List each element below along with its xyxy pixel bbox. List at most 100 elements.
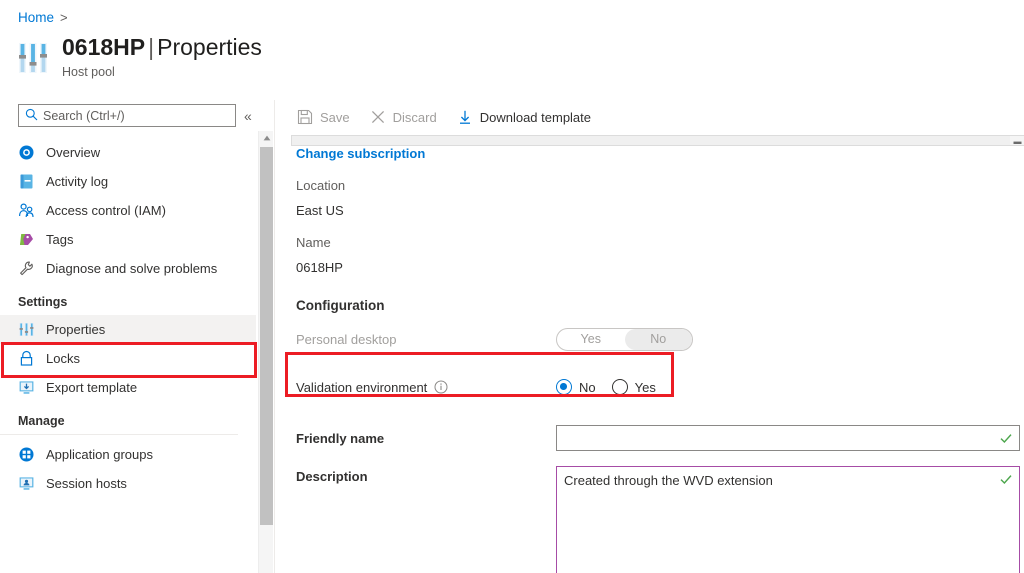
discard-label: Discard: [393, 110, 437, 125]
lock-icon: [18, 350, 35, 367]
activity-log-icon: [18, 173, 35, 190]
export-template-icon: [18, 379, 35, 396]
sidebar-item-label: Diagnose and solve problems: [46, 261, 217, 276]
search-input[interactable]: Search (Ctrl+/): [18, 104, 236, 127]
sidebar-scrollbar-thumb[interactable]: [260, 147, 273, 525]
radio-unselected-icon: [612, 379, 628, 395]
personal-desktop-option-yes: Yes: [557, 329, 625, 350]
wrench-icon: [18, 260, 35, 277]
configuration-heading: Configuration: [275, 298, 1024, 313]
search-icon: [25, 108, 38, 124]
radio-selected-icon: [556, 379, 572, 395]
validation-environment-row: Validation environment No Yes: [275, 374, 1024, 400]
sidebar-item-label: Locks: [46, 351, 80, 366]
friendly-name-label-text: Friendly name: [296, 431, 384, 446]
sidebar-search-row: Search (Ctrl+/) «: [0, 100, 256, 127]
validation-environment-radio-group: No Yes: [556, 379, 656, 395]
validation-environment-option-no[interactable]: No: [556, 379, 596, 395]
title-divider: |: [145, 34, 157, 60]
content-scrollbar-thumb[interactable]: [292, 136, 1010, 145]
name-field: Name 0618HP: [275, 235, 1024, 275]
sidebar-section-manage: Manage: [0, 414, 238, 435]
description-textarea-wrapper[interactable]: [556, 466, 1020, 573]
save-floppy-icon: [297, 109, 313, 125]
save-button[interactable]: Save: [297, 109, 350, 125]
sidebar-item-locks[interactable]: Locks: [0, 344, 256, 373]
host-pool-sliders-icon: [16, 41, 50, 75]
sidebar-item-activity-log[interactable]: Activity log: [0, 167, 256, 196]
sidebar-item-label: Tags: [46, 232, 73, 247]
change-subscription-link[interactable]: Change subscription: [275, 146, 425, 161]
check-icon: [999, 431, 1013, 445]
friendly-name-label: Friendly name: [296, 431, 556, 446]
sidebar-item-access-control[interactable]: Access control (IAM): [0, 196, 256, 225]
collapse-sidebar-button[interactable]: «: [242, 108, 254, 124]
sidebar: Search (Ctrl+/) « Overview: [0, 100, 256, 573]
resource-name: 0618HP: [62, 34, 145, 60]
sidebar-section-settings: Settings: [0, 295, 256, 309]
friendly-name-input[interactable]: [563, 431, 1013, 446]
personal-desktop-row: Personal desktop Yes No: [275, 326, 1024, 352]
scrollbar-right-cap-icon[interactable]: ▬: [1012, 137, 1023, 145]
access-control-icon: [18, 202, 35, 219]
description-textarea[interactable]: [564, 472, 998, 570]
breadcrumb: Home >: [18, 10, 68, 25]
location-label: Location: [296, 178, 1024, 193]
name-label: Name: [296, 235, 1024, 250]
application-groups-icon: [18, 446, 35, 463]
page-name: Properties: [157, 34, 262, 60]
content-pane: Save Discard Download template: [274, 100, 1024, 573]
sidebar-item-label: Properties: [46, 322, 105, 337]
sidebar-item-diagnose[interactable]: Diagnose and solve problems: [0, 254, 256, 283]
content-horizontal-scrollbar[interactable]: ▬: [291, 135, 1024, 146]
sidebar-item-label: Overview: [46, 145, 100, 160]
location-value: East US: [296, 203, 1024, 218]
description-label-text: Description: [296, 469, 368, 484]
sidebar-nav-list: Overview Activity log Acc: [0, 138, 256, 498]
breadcrumb-separator-icon: >: [60, 10, 68, 25]
sidebar-item-session-hosts[interactable]: Session hosts: [0, 469, 256, 498]
download-arrow-icon: [457, 109, 473, 125]
sidebar-item-properties[interactable]: Properties: [0, 315, 256, 344]
location-field: Location East US: [275, 178, 1024, 218]
sidebar-item-label: Session hosts: [46, 476, 127, 491]
tags-icon: [18, 231, 35, 248]
page-header: 0618HP|Properties Host pool: [16, 36, 262, 79]
description-label: Description: [296, 466, 556, 484]
radio-label: Yes: [635, 380, 656, 395]
search-placeholder: Search (Ctrl+/): [43, 109, 125, 123]
friendly-name-input-wrapper[interactable]: [556, 425, 1020, 451]
discard-button[interactable]: Discard: [370, 109, 437, 125]
personal-desktop-option-no: No: [625, 329, 693, 350]
properties-form: Change subscription Location East US Nam…: [275, 146, 1024, 573]
sidebar-item-label: Access control (IAM): [46, 203, 166, 218]
info-icon[interactable]: [434, 380, 448, 394]
name-value: 0618HP: [296, 260, 1024, 275]
page-title: 0618HP|Properties: [62, 36, 262, 59]
session-hosts-icon: [18, 475, 35, 492]
check-icon: [999, 472, 1013, 486]
save-label: Save: [320, 110, 350, 125]
command-toolbar: Save Discard Download template: [275, 100, 1024, 134]
personal-desktop-label-text: Personal desktop: [296, 332, 396, 347]
personal-desktop-toggle: Yes No: [556, 328, 693, 351]
sidebar-item-export-template[interactable]: Export template: [0, 373, 256, 402]
sidebar-scrollbar[interactable]: [258, 131, 273, 573]
sidebar-item-label: Activity log: [46, 174, 108, 189]
sidebar-item-application-groups[interactable]: Application groups: [0, 440, 256, 469]
validation-environment-label: Validation environment: [296, 380, 556, 395]
close-x-icon: [370, 109, 386, 125]
scroll-up-arrow-icon[interactable]: [259, 131, 274, 145]
overview-icon: [18, 144, 35, 161]
sliders-icon: [18, 321, 35, 338]
sidebar-item-label: Export template: [46, 380, 137, 395]
friendly-name-row: Friendly name: [275, 425, 1024, 451]
download-template-button[interactable]: Download template: [457, 109, 591, 125]
validation-environment-option-yes[interactable]: Yes: [612, 379, 656, 395]
download-template-label: Download template: [480, 110, 591, 125]
radio-label: No: [579, 380, 596, 395]
breadcrumb-home-link[interactable]: Home: [18, 10, 54, 25]
sidebar-item-tags[interactable]: Tags: [0, 225, 256, 254]
description-row: Description: [275, 466, 1024, 573]
sidebar-item-overview[interactable]: Overview: [0, 138, 256, 167]
